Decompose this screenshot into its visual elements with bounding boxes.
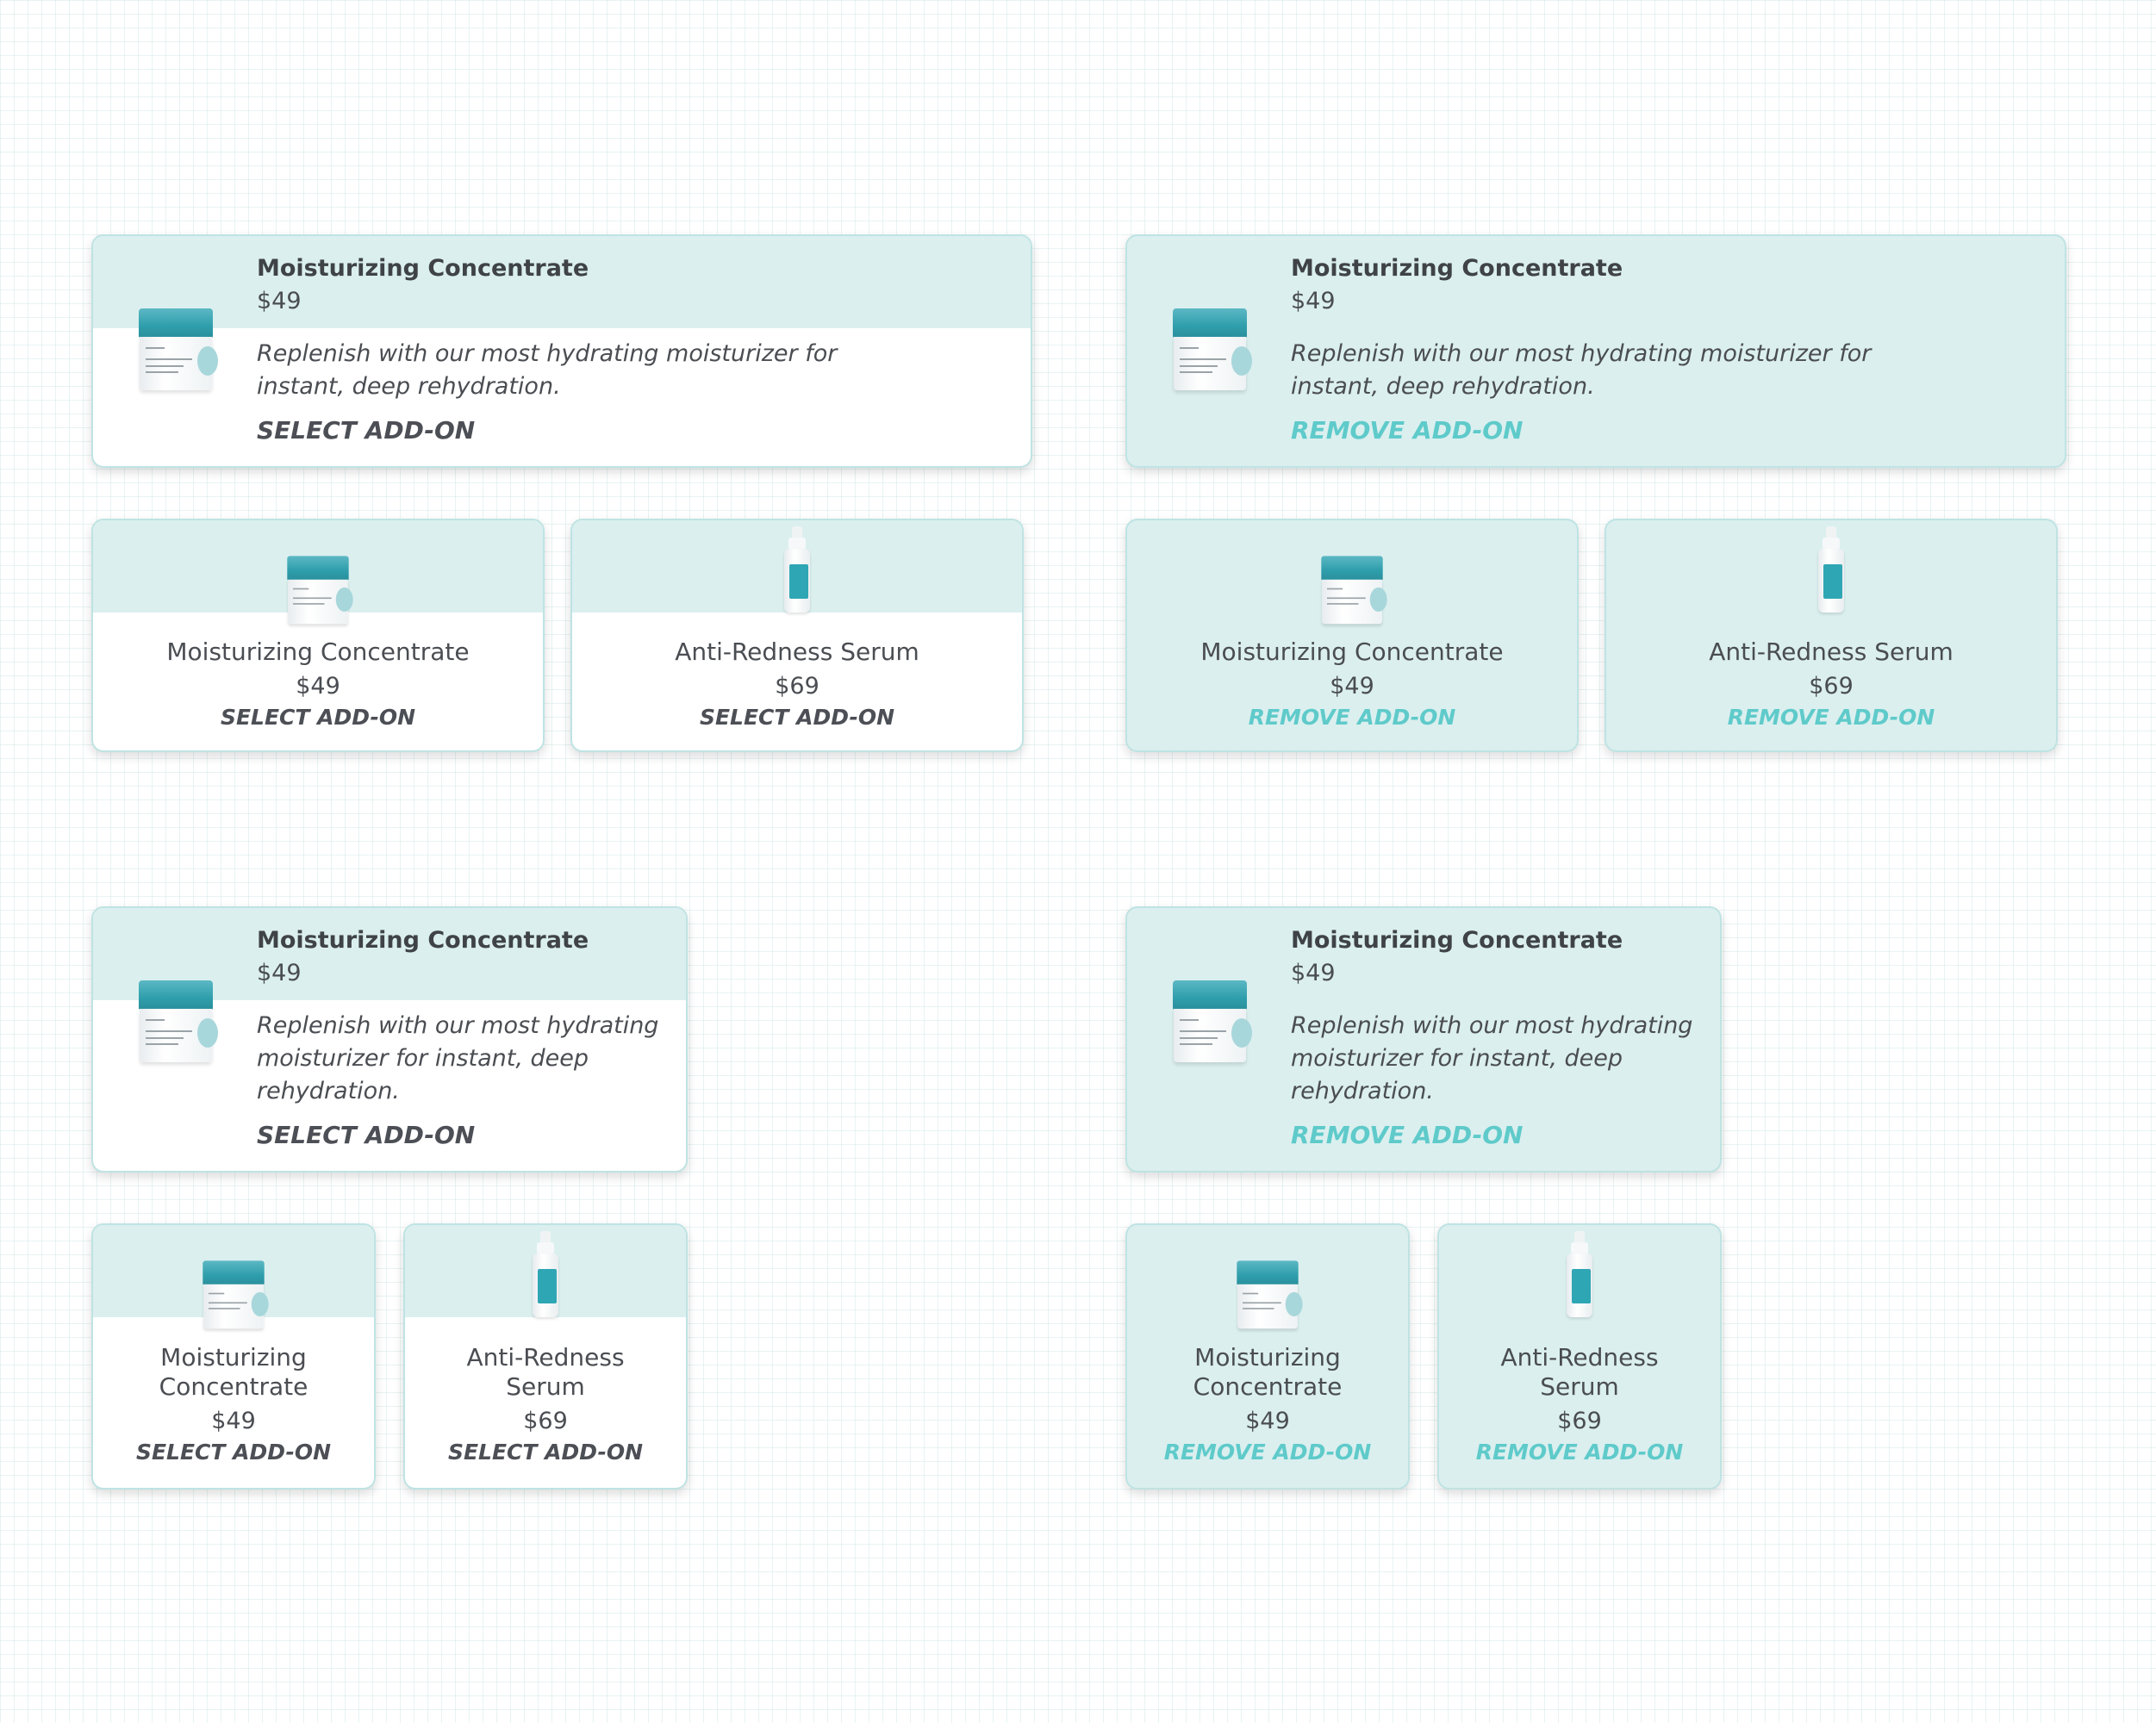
product-image [1173, 308, 1256, 403]
product-price: $49 [257, 960, 302, 986]
product-image [139, 308, 221, 403]
product-image [1173, 980, 1256, 1075]
product-title: Moisturizing Concentrate [1200, 638, 1504, 666]
select-addon-button[interactable]: SELECT ADD-ON [102, 1440, 365, 1465]
product-price: $69 [1809, 673, 1854, 700]
product-description: Replenish with our most hydrating moistu… [1291, 340, 1872, 400]
product-price: $69 [775, 673, 819, 700]
product-title: Moisturizing Concentrate [257, 927, 589, 954]
product-title-line-2: Concentrate [1193, 1372, 1343, 1401]
product-image [1127, 551, 1577, 625]
product-title: Moisturizing Concentrate [1291, 927, 1623, 954]
product-title-line-1: Moisturizing [160, 1343, 307, 1372]
product-title-line-2: Serum [506, 1372, 585, 1401]
remove-addon-button[interactable]: REMOVE ADD-ON [1136, 1440, 1399, 1465]
product-image [93, 1256, 374, 1329]
product-title: Anti-Redness Serum [675, 638, 919, 666]
product-title: Anti-Redness Serum [1448, 1343, 1711, 1402]
product-price: $69 [1557, 1408, 1602, 1434]
addon-card-compact-unselected[interactable]: Moisturizing Concentrate $49 Replenish w… [91, 906, 688, 1173]
product-price: $49 [1291, 288, 1336, 314]
select-addon-button[interactable]: SELECT ADD-ON [257, 1120, 660, 1151]
addon-card-compact-selected[interactable]: Moisturizing Concentrate $49 Replenish w… [1125, 906, 1722, 1173]
product-image [1439, 1231, 1720, 1317]
addon-tile-small-selected[interactable]: Anti-Redness Serum $69 REMOVE ADD-ON [1437, 1223, 1722, 1490]
select-addon-button[interactable]: SELECT ADD-ON [257, 415, 1005, 446]
moisturizer-jar-icon [1321, 556, 1387, 625]
product-title-line-2: Concentrate [159, 1372, 308, 1401]
remove-addon-button[interactable]: REMOVE ADD-ON [1291, 1120, 1694, 1151]
product-image [93, 551, 543, 625]
product-title: Anti-Redness Serum [414, 1343, 677, 1402]
serum-bottle-icon [533, 1231, 558, 1317]
product-price: $49 [211, 1408, 256, 1434]
product-image [405, 1231, 686, 1317]
serum-bottle-icon [784, 526, 810, 613]
product-price: $49 [1291, 960, 1336, 986]
product-title-line-1: Anti-Redness [1500, 1343, 1659, 1372]
product-title-line-1: Anti-Redness [466, 1343, 625, 1372]
product-price: $49 [1245, 1408, 1290, 1434]
product-image [139, 980, 221, 1075]
product-title: Moisturizing Concentrate [1136, 1343, 1399, 1402]
product-price: $49 [257, 288, 302, 314]
select-addon-button[interactable]: SELECT ADD-ON [102, 705, 534, 731]
addon-tile-selected[interactable]: Anti-Redness Serum $69 REMOVE ADD-ON [1605, 519, 2058, 752]
moisturizer-jar-icon [139, 308, 218, 391]
remove-addon-button[interactable]: REMOVE ADD-ON [1448, 1440, 1711, 1465]
moisturizer-jar-icon [1173, 308, 1252, 391]
product-image [1127, 1256, 1408, 1329]
serum-bottle-icon [1818, 526, 1844, 613]
product-title: Anti-Redness Serum [1709, 638, 1953, 666]
product-title: Moisturizing Concentrate [102, 1343, 365, 1402]
product-title: Moisturizing Concentrate [166, 638, 470, 666]
product-title: Moisturizing Concentrate [1291, 255, 1623, 282]
moisturizer-jar-icon [1237, 1260, 1303, 1329]
remove-addon-button[interactable]: REMOVE ADD-ON [1291, 415, 2039, 446]
product-title-line-2: Serum [1540, 1372, 1619, 1401]
addon-tile-unselected[interactable]: Anti-Redness Serum $69 SELECT ADD-ON [570, 519, 1024, 752]
moisturizer-jar-icon [203, 1260, 269, 1329]
select-addon-button[interactable]: SELECT ADD-ON [414, 1440, 677, 1465]
product-description: Replenish with our most hydrating moistu… [257, 1012, 659, 1104]
product-image [572, 526, 1022, 613]
product-description: Replenish with our most hydrating moistu… [1291, 1012, 1693, 1104]
addon-tile-small-unselected[interactable]: Anti-Redness Serum $69 SELECT ADD-ON [403, 1223, 688, 1490]
select-addon-button[interactable]: SELECT ADD-ON [581, 705, 1013, 731]
moisturizer-jar-icon [1173, 980, 1252, 1063]
moisturizer-jar-icon [287, 556, 353, 625]
moisturizer-jar-icon [139, 980, 218, 1063]
addon-card-wide-unselected[interactable]: Moisturizing Concentrate $49 Replenish w… [91, 234, 1032, 468]
product-price: $49 [1330, 673, 1374, 700]
addon-tile-small-unselected[interactable]: Moisturizing Concentrate $49 SELECT ADD-… [91, 1223, 376, 1490]
addon-tile-selected[interactable]: Moisturizing Concentrate $49 REMOVE ADD-… [1125, 519, 1579, 752]
product-title: Moisturizing Concentrate [257, 255, 589, 282]
serum-bottle-icon [1567, 1231, 1592, 1317]
product-price: $49 [296, 673, 340, 700]
addon-card-wide-selected[interactable]: Moisturizing Concentrate $49 Replenish w… [1125, 234, 2066, 468]
addon-tile-small-selected[interactable]: Moisturizing Concentrate $49 REMOVE ADD-… [1125, 1223, 1410, 1490]
remove-addon-button[interactable]: REMOVE ADD-ON [1615, 705, 2047, 731]
product-title-line-1: Moisturizing [1194, 1343, 1341, 1372]
product-price: $69 [523, 1408, 568, 1434]
product-image [1606, 526, 2056, 613]
addon-tile-unselected[interactable]: Moisturizing Concentrate $49 SELECT ADD-… [91, 519, 545, 752]
remove-addon-button[interactable]: REMOVE ADD-ON [1136, 705, 1568, 731]
product-description: Replenish with our most hydrating moistu… [257, 340, 838, 400]
